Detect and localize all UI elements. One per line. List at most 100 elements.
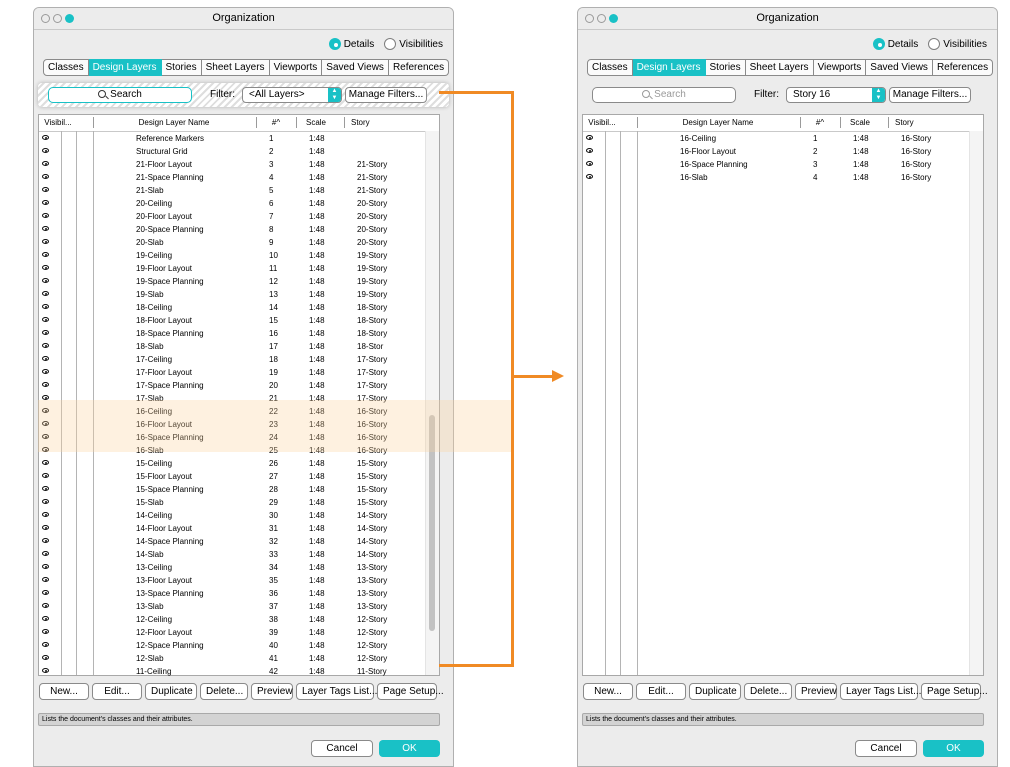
tab-saved-views[interactable]: Saved Views — [866, 59, 933, 76]
tab-design-layers[interactable]: Design Layers — [88, 59, 162, 76]
column-header-number[interactable]: #^ — [261, 118, 291, 127]
eye-icon[interactable] — [586, 135, 593, 140]
preview-button[interactable]: Preview — [795, 683, 837, 700]
column-header-visibility[interactable]: Visibil... — [43, 118, 73, 127]
eye-icon[interactable] — [42, 460, 49, 465]
manage-filters-button[interactable]: Manage Filters... — [889, 87, 971, 103]
eye-icon[interactable] — [42, 200, 49, 205]
eye-icon[interactable] — [42, 135, 49, 140]
table-row[interactable]: 13-Ceiling 34 1:48 13-Story — [39, 561, 425, 574]
details-radio[interactable]: Details — [872, 38, 918, 50]
table-row[interactable]: 20-Space Planning 8 1:48 20-Story — [39, 223, 425, 236]
eye-icon[interactable] — [42, 499, 49, 504]
eye-icon[interactable] — [42, 343, 49, 348]
table-row[interactable]: 17-Space Planning 20 1:48 17-Story — [39, 379, 425, 392]
table-row[interactable]: 19-Space Planning 12 1:48 19-Story — [39, 275, 425, 288]
table-row[interactable]: 14-Slab 33 1:48 14-Story — [39, 548, 425, 561]
eye-icon[interactable] — [586, 174, 593, 179]
tab-references[interactable]: References — [932, 59, 994, 76]
duplicate-button[interactable]: Duplicate — [689, 683, 741, 700]
delete-button[interactable]: Delete... — [200, 683, 248, 700]
eye-icon[interactable] — [42, 161, 49, 166]
table-row[interactable]: 12-Slab 41 1:48 12-Story — [39, 652, 425, 665]
eye-icon[interactable] — [42, 551, 49, 556]
tab-classes[interactable]: Classes — [43, 59, 89, 76]
eye-icon[interactable] — [586, 148, 593, 153]
table-row[interactable]: 18-Floor Layout 15 1:48 18-Story — [39, 314, 425, 327]
eye-icon[interactable] — [42, 252, 49, 257]
new-button[interactable]: New... — [583, 683, 633, 700]
column-header-scale[interactable]: Scale — [845, 118, 875, 127]
eye-icon[interactable] — [42, 616, 49, 621]
eye-icon[interactable] — [42, 278, 49, 283]
page-setup-button[interactable]: Page Setup... — [377, 683, 444, 700]
tab-stories[interactable]: Stories — [705, 59, 746, 76]
eye-icon[interactable] — [42, 538, 49, 543]
tab-saved-views[interactable]: Saved Views — [322, 59, 389, 76]
table-row[interactable]: 21-Space Planning 4 1:48 21-Story — [39, 171, 425, 184]
eye-icon[interactable] — [42, 239, 49, 244]
table-row[interactable]: 18-Space Planning 16 1:48 18-Story — [39, 327, 425, 340]
table-row[interactable]: 17-Floor Layout 19 1:48 17-Story — [39, 366, 425, 379]
table-row[interactable]: 21-Floor Layout 3 1:48 21-Story — [39, 158, 425, 171]
eye-icon[interactable] — [42, 395, 49, 400]
table-row[interactable]: 16-Slab 25 1:48 16-Story — [39, 444, 425, 457]
visibilities-radio[interactable]: Visibilities — [384, 38, 443, 50]
table-row[interactable]: 14-Floor Layout 31 1:48 14-Story — [39, 522, 425, 535]
edit-button[interactable]: Edit... — [92, 683, 142, 700]
table-row[interactable]: 15-Slab 29 1:48 15-Story — [39, 496, 425, 509]
eye-icon[interactable] — [42, 473, 49, 478]
column-header-number[interactable]: #^ — [805, 118, 835, 127]
eye-icon[interactable] — [586, 161, 593, 166]
eye-icon[interactable] — [42, 603, 49, 608]
column-header-scale[interactable]: Scale — [301, 118, 331, 127]
table-row[interactable]: 12-Floor Layout 39 1:48 12-Story — [39, 626, 425, 639]
table-row[interactable]: 16-Slab 4 1:48 16-Story — [583, 171, 969, 184]
tab-references[interactable]: References — [388, 59, 450, 76]
table-row[interactable]: 17-Ceiling 18 1:48 17-Story — [39, 353, 425, 366]
eye-icon[interactable] — [42, 226, 49, 231]
eye-icon[interactable] — [42, 655, 49, 660]
eye-icon[interactable] — [42, 330, 49, 335]
eye-icon[interactable] — [42, 421, 49, 426]
eye-icon[interactable] — [42, 265, 49, 270]
table-row[interactable]: 11-Ceiling 42 1:48 11-Story — [39, 665, 425, 678]
eye-icon[interactable] — [42, 629, 49, 634]
column-header-name[interactable]: Design Layer Name — [643, 118, 793, 127]
tab-viewports[interactable]: Viewports — [813, 59, 867, 76]
edit-button[interactable]: Edit... — [636, 683, 686, 700]
eye-icon[interactable] — [42, 291, 49, 296]
column-header-name[interactable]: Design Layer Name — [99, 118, 249, 127]
ok-button[interactable]: OK — [923, 740, 984, 757]
manage-filters-button[interactable]: Manage Filters... — [345, 87, 427, 103]
table-row[interactable]: 16-Ceiling 1 1:48 16-Story — [583, 132, 969, 145]
cancel-button[interactable]: Cancel — [311, 740, 373, 757]
eye-icon[interactable] — [42, 486, 49, 491]
search-input[interactable]: Search — [592, 87, 736, 103]
table-row[interactable]: 16-Floor Layout 23 1:48 16-Story — [39, 418, 425, 431]
eye-icon[interactable] — [42, 382, 49, 387]
table-row[interactable]: 13-Space Planning 36 1:48 13-Story — [39, 587, 425, 600]
details-radio[interactable]: Details — [328, 38, 374, 50]
table-row[interactable]: 15-Ceiling 26 1:48 15-Story — [39, 457, 425, 470]
eye-icon[interactable] — [42, 525, 49, 530]
tab-design-layers[interactable]: Design Layers — [632, 59, 706, 76]
eye-icon[interactable] — [42, 304, 49, 309]
table-row[interactable]: 16-Space Planning 24 1:48 16-Story — [39, 431, 425, 444]
eye-icon[interactable] — [42, 356, 49, 361]
search-input[interactable]: Search — [48, 87, 192, 103]
table-row[interactable]: 18-Ceiling 14 1:48 18-Story — [39, 301, 425, 314]
table-row[interactable]: 19-Slab 13 1:48 19-Story — [39, 288, 425, 301]
ok-button[interactable]: OK — [379, 740, 440, 757]
eye-icon[interactable] — [42, 213, 49, 218]
delete-button[interactable]: Delete... — [744, 683, 792, 700]
table-row[interactable]: 15-Space Planning 28 1:48 15-Story — [39, 483, 425, 496]
preview-button[interactable]: Preview — [251, 683, 293, 700]
cancel-button[interactable]: Cancel — [855, 740, 917, 757]
table-row[interactable]: 16-Space Planning 3 1:48 16-Story — [583, 158, 969, 171]
eye-icon[interactable] — [42, 512, 49, 517]
vertical-scrollbar[interactable] — [969, 131, 983, 675]
duplicate-button[interactable]: Duplicate — [145, 683, 197, 700]
table-row[interactable]: 19-Ceiling 10 1:48 19-Story — [39, 249, 425, 262]
visibilities-radio[interactable]: Visibilities — [928, 38, 987, 50]
